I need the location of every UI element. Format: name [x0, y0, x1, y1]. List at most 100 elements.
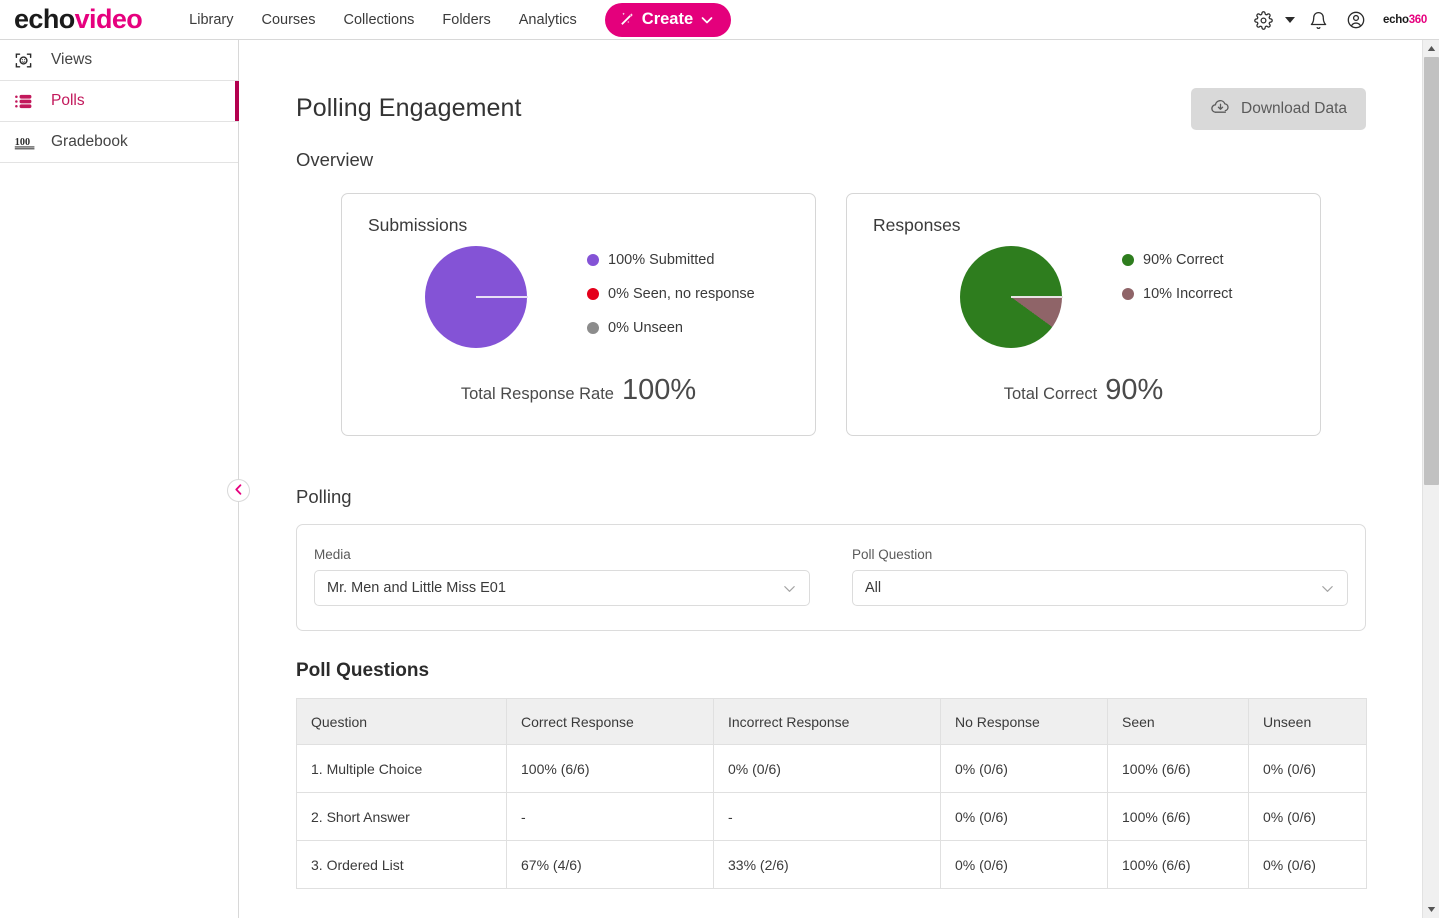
user-account-icon[interactable] [1337, 0, 1375, 40]
views-icon [14, 49, 40, 71]
notifications-bell-icon[interactable] [1299, 0, 1337, 40]
nav-item-courses[interactable]: Courses [247, 6, 329, 34]
legend-dot-seen-no-response [587, 288, 599, 300]
legend-item: 90% Correct [1122, 252, 1232, 268]
column-header-seen[interactable]: Seen [1107, 698, 1249, 745]
legend-label: 90% Correct [1143, 252, 1224, 268]
cell-question: 3. Ordered List [296, 840, 507, 889]
legend-dot-unseen [587, 322, 599, 334]
cell-correct: 100% (6/6) [506, 744, 714, 793]
scroll-down-arrow-icon[interactable] [1423, 901, 1439, 918]
responses-total: Total Correct 90% [847, 374, 1320, 407]
cell-incorrect: 33% (2/6) [713, 840, 941, 889]
sidebar-item-polls[interactable]: Polls [0, 81, 239, 122]
cell-question: 1. Multiple Choice [296, 744, 507, 793]
overview-cards: Submissions 100% Submitted 0% Seen, no r… [296, 193, 1422, 436]
submissions-card: Submissions 100% Submitted 0% Seen, no r… [341, 193, 816, 436]
legend-item: 0% Unseen [587, 320, 755, 336]
nav-item-folders[interactable]: Folders [428, 6, 504, 34]
polls-icon [14, 90, 40, 112]
legend-dot-correct [1122, 254, 1134, 266]
media-select-value: Mr. Men and Little Miss E01 [327, 580, 506, 596]
nav-item-library[interactable]: Library [175, 6, 247, 34]
submissions-card-title: Submissions [368, 215, 468, 235]
legend-dot-submitted [587, 254, 599, 266]
legend-label: 0% Seen, no response [608, 286, 755, 302]
poll-questions-heading: Poll Questions [296, 660, 430, 681]
sidebar-item-views[interactable]: Views [0, 40, 238, 81]
nav-item-analytics[interactable]: Analytics [505, 6, 591, 34]
table-header-row: Question Correct Response Incorrect Resp… [296, 698, 1367, 745]
cell-no-response: 0% (0/6) [940, 840, 1108, 889]
column-header-question[interactable]: Question [296, 698, 507, 745]
pie-start-spoke [1011, 296, 1063, 298]
top-right-actions: echo360 [1244, 0, 1439, 40]
cell-unseen: 0% (0/6) [1248, 792, 1367, 841]
column-header-incorrect-response[interactable]: Incorrect Response [713, 698, 941, 745]
cell-seen: 100% (6/6) [1107, 744, 1249, 793]
nav-item-collections[interactable]: Collections [329, 6, 428, 34]
bottom-spacer [296, 889, 1422, 918]
legend-label: 100% Submitted [608, 252, 715, 268]
media-field: Media Mr. Men and Little Miss E01 [314, 547, 810, 606]
submissions-total: Total Response Rate 100% [342, 374, 815, 407]
cell-correct: - [506, 792, 714, 841]
legend-item: 0% Seen, no response [587, 286, 755, 302]
cell-no-response: 0% (0/6) [940, 744, 1108, 793]
overview-heading: Overview [296, 149, 374, 170]
legend-label: 0% Unseen [608, 320, 683, 336]
corner-logo-360-text: 360 [1408, 14, 1428, 26]
cell-incorrect: - [713, 792, 941, 841]
cell-incorrect: 0% (0/6) [713, 744, 941, 793]
sidebar-item-gradebook[interactable]: 100 Gradebook [0, 122, 238, 163]
cell-seen: 100% (6/6) [1107, 792, 1249, 841]
table-row[interactable]: 2. Short Answer - - 0% (0/6) 100% (6/6) … [296, 792, 1367, 841]
settings-menu-button[interactable] [1244, 0, 1299, 40]
total-correct-value: 90% [1105, 374, 1164, 406]
vertical-scrollbar[interactable] [1422, 40, 1439, 918]
column-header-unseen[interactable]: Unseen [1248, 698, 1367, 745]
sidebar-item-label: Views [51, 51, 93, 69]
sidebar-item-label: Polls [51, 92, 85, 110]
corner-logo-echo-text: echo [1383, 14, 1409, 26]
column-header-correct-response[interactable]: Correct Response [506, 698, 714, 745]
scrollbar-thumb[interactable] [1424, 57, 1439, 485]
gear-icon[interactable] [1244, 0, 1282, 40]
poll-question-select[interactable]: All [852, 570, 1348, 606]
main-nav-links: Library Courses Collections Folders Anal… [175, 2, 732, 37]
scroll-up-arrow-icon[interactable] [1423, 40, 1439, 57]
echo360-corner-logo: echo360 [1383, 14, 1427, 26]
total-response-rate-value: 100% [622, 374, 697, 406]
column-header-no-response[interactable]: No Response [940, 698, 1108, 745]
sidebar-collapse-button[interactable] [227, 479, 250, 502]
logo-echo-text: echo [14, 4, 75, 34]
create-button[interactable]: Create [604, 2, 732, 37]
chevron-down-icon [782, 581, 797, 596]
table-row[interactable]: 3. Ordered List 67% (4/6) 33% (2/6) 0% (… [296, 840, 1367, 889]
chevron-down-icon [700, 13, 714, 27]
total-correct-label: Total Correct [1003, 385, 1098, 403]
pie-start-spoke [476, 296, 528, 298]
polling-heading: Polling [296, 486, 352, 507]
responses-legend: 90% Correct 10% Incorrect [1122, 252, 1232, 320]
polling-filter-panel: Media Mr. Men and Little Miss E01 Poll Q… [296, 524, 1366, 631]
poll-questions-table: Question Correct Response Incorrect Resp… [296, 698, 1367, 889]
legend-item: 100% Submitted [587, 252, 755, 268]
poll-question-field: Poll Question All [852, 547, 1348, 606]
cell-no-response: 0% (0/6) [940, 792, 1108, 841]
top-navigation-bar: echovideo Library Courses Collections Fo… [0, 0, 1439, 40]
logo-video-text: video [74, 4, 143, 34]
download-data-button[interactable]: Download Data [1191, 88, 1366, 130]
legend-dot-incorrect [1122, 288, 1134, 300]
chevron-down-icon[interactable] [1285, 17, 1296, 23]
responses-card-title: Responses [873, 215, 961, 235]
responses-pie-chart [960, 246, 1063, 348]
legend-label: 10% Incorrect [1143, 286, 1233, 302]
poll-question-field-label: Poll Question [852, 547, 933, 562]
table-row[interactable]: 1. Multiple Choice 100% (6/6) 0% (0/6) 0… [296, 744, 1367, 793]
echovideo-logo[interactable]: echovideo [14, 4, 143, 34]
cell-question: 2. Short Answer [296, 792, 507, 841]
cell-unseen: 0% (0/6) [1248, 744, 1367, 793]
media-select[interactable]: Mr. Men and Little Miss E01 [314, 570, 810, 606]
submissions-legend: 100% Submitted 0% Seen, no response 0% U… [587, 252, 755, 354]
